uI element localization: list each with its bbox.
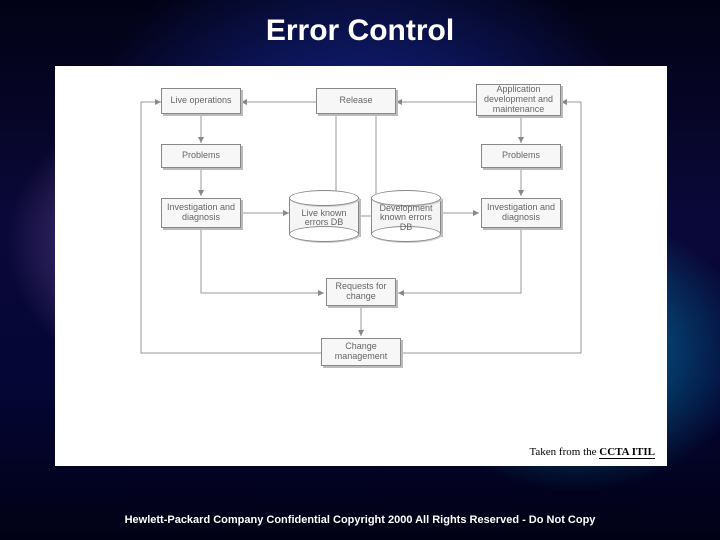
slide: Error Control	[0, 0, 720, 540]
cylinder-dev-db-label: Development known errors DB	[371, 200, 441, 236]
credit-line: Taken from the CCTA ITIL	[529, 446, 655, 458]
box-invdiag-right: Investigation and diagnosis	[481, 198, 561, 228]
page-title: Error Control	[266, 14, 454, 48]
box-rfc: Requests for change	[326, 278, 396, 306]
credit-bold: CCTA ITIL	[599, 446, 655, 459]
box-problems-right: Problems	[481, 144, 561, 168]
footer-text: Hewlett-Packard Company Confidential Cop…	[0, 514, 720, 526]
box-change-mgmt: Change management	[321, 338, 401, 366]
box-problems-left: Problems	[161, 144, 241, 168]
cylinder-live-db: Live known errors DB	[289, 190, 359, 242]
box-release: Release	[316, 88, 396, 114]
box-invdiag-left: Investigation and diagnosis	[161, 198, 241, 228]
box-app-dev: Application development and maintenance	[476, 84, 561, 116]
diagram-panel: Live operations Release Application deve…	[55, 66, 667, 466]
cylinder-dev-db: Development known errors DB	[371, 190, 441, 242]
cylinder-live-db-label: Live known errors DB	[289, 200, 359, 236]
box-live-operations: Live operations	[161, 88, 241, 114]
credit-prefix: Taken from the	[529, 446, 599, 458]
flow-diagram: Live operations Release Application deve…	[121, 78, 601, 408]
